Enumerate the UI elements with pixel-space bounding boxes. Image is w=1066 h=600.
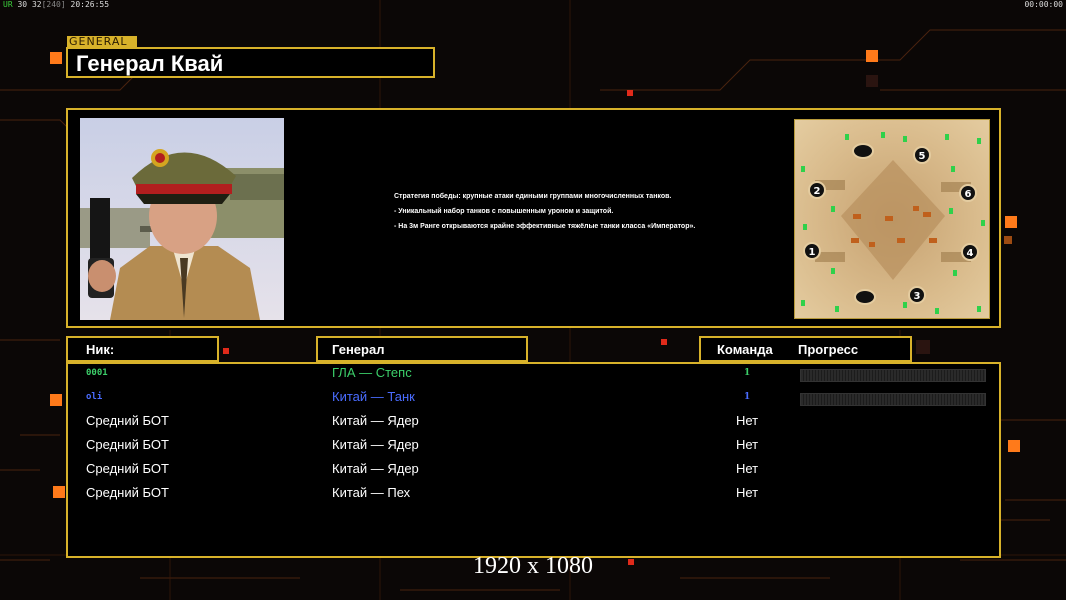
player-row[interactable]: oli Китай — Танк 1 bbox=[0, 389, 1066, 411]
player-team[interactable]: 1 bbox=[744, 368, 768, 378]
start-position-6: 6 bbox=[965, 189, 972, 200]
start-position-4: 4 bbox=[967, 248, 974, 259]
player-team[interactable]: 1 bbox=[744, 392, 768, 402]
column-label-progress: Прогресс bbox=[798, 342, 859, 357]
resolution-overlay: 1920 x 1080 bbox=[473, 553, 593, 579]
column-label-general: Генерал bbox=[332, 342, 385, 357]
player-team[interactable]: Нет bbox=[736, 485, 760, 500]
general-name: Генерал Квай bbox=[76, 51, 224, 76]
start-position-3: 3 bbox=[914, 291, 921, 302]
fps-rate: 32 bbox=[31, 0, 42, 9]
map-preview[interactable]: 5 2 6 1 4 3 bbox=[794, 119, 990, 319]
player-nick: 0001 bbox=[86, 368, 108, 378]
game-timer: 00:00:00 bbox=[1024, 0, 1063, 9]
system-clock: 20:26:55 bbox=[70, 0, 110, 9]
player-general[interactable]: ГЛА — Степс bbox=[332, 365, 412, 380]
general-tag: GENERAL bbox=[67, 36, 137, 47]
player-general[interactable]: Китай — Ядер bbox=[332, 461, 419, 476]
fps-label: UR bbox=[3, 0, 13, 9]
player-nick: oli bbox=[86, 392, 103, 402]
player-row[interactable]: Средний БОТ Китай — Ядер Нет bbox=[0, 461, 1066, 483]
general-portrait bbox=[80, 118, 284, 320]
general-description: Стратегия победы: крупные атаки едиными … bbox=[394, 192, 724, 237]
player-row[interactable]: 0001 ГЛА — Степс 1 bbox=[0, 365, 1066, 387]
column-label-nick: Ник: bbox=[86, 342, 115, 357]
column-label-team: Команда bbox=[717, 342, 773, 357]
start-position-2: 2 bbox=[814, 186, 821, 197]
column-header-team-progress: Команда Прогресс bbox=[699, 336, 912, 362]
player-team[interactable]: Нет bbox=[736, 413, 760, 428]
player-row[interactable]: Средний БОТ Китай — Ядер Нет bbox=[0, 437, 1066, 459]
player-team[interactable]: Нет bbox=[736, 437, 760, 452]
player-general[interactable]: Китай — Пех bbox=[332, 485, 410, 500]
column-header-nick: Ник: bbox=[66, 336, 219, 362]
column-header-general: Генерал bbox=[316, 336, 528, 362]
general-title-box: Генерал Квай bbox=[66, 47, 435, 78]
fps-counter: UR 30 32[240] 20:26:55 bbox=[3, 0, 109, 9]
player-nick: Средний БОТ bbox=[86, 437, 169, 452]
feature-text-1: - Уникальный набор танков с повышенным у… bbox=[394, 208, 614, 215]
player-row[interactable]: Средний БОТ Китай — Ядер Нет bbox=[0, 413, 1066, 435]
player-progress-bar bbox=[800, 393, 986, 406]
player-progress-bar bbox=[800, 369, 986, 382]
feature-text-2: - На 3м Ранге открываются крайне эффекти… bbox=[394, 223, 696, 230]
player-nick: Средний БОТ bbox=[86, 485, 169, 500]
start-position-1: 1 bbox=[809, 247, 816, 258]
player-row[interactable]: Средний БОТ Китай — Пех Нет bbox=[0, 485, 1066, 507]
fps-value: 30 bbox=[17, 0, 28, 9]
player-general[interactable]: Китай — Танк bbox=[332, 389, 415, 404]
player-general[interactable]: Китай — Ядер bbox=[332, 437, 419, 452]
strategy-text: Стратегия победы: крупные атаки едиными … bbox=[394, 193, 672, 200]
player-general[interactable]: Китай — Ядер bbox=[332, 413, 419, 428]
player-nick: Средний БОТ bbox=[86, 413, 169, 428]
player-team[interactable]: Нет bbox=[736, 461, 760, 476]
fps-bracket: [240] bbox=[41, 0, 66, 9]
player-nick: Средний БОТ bbox=[86, 461, 169, 476]
start-position-5: 5 bbox=[919, 151, 926, 162]
